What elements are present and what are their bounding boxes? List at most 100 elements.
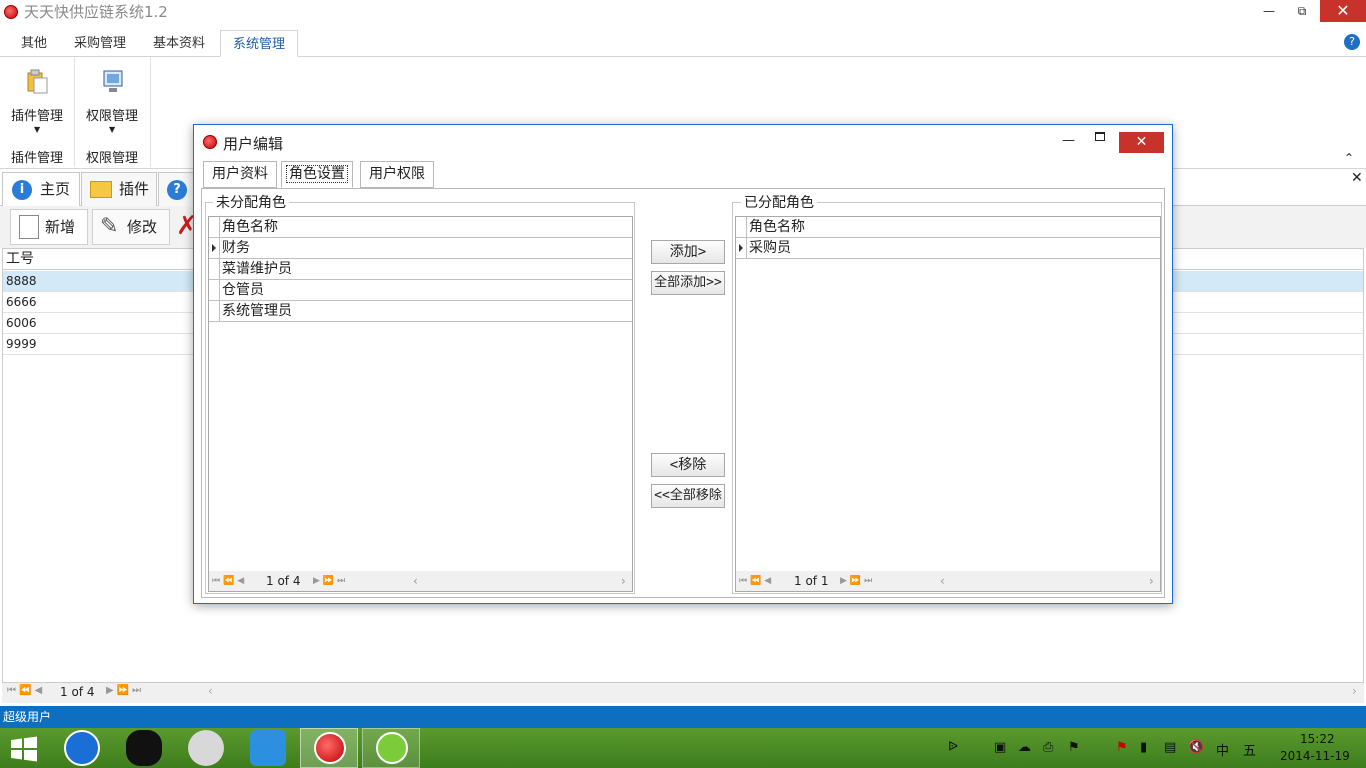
cloud-app-icon[interactable] — [250, 730, 286, 766]
wifi-app-icon[interactable] — [64, 730, 100, 766]
help-icon[interactable]: ? — [1344, 34, 1360, 50]
add-button[interactable]: 新增 — [10, 209, 88, 245]
dialog-maximize-button[interactable] — [1095, 132, 1105, 141]
pager-first-prev-icon[interactable]: ⏮⏪◀ — [212, 571, 247, 591]
scroll-right-icon[interactable]: › — [1352, 684, 1357, 698]
plugin-manage-button[interactable]: 插件管理 — [11, 105, 63, 124]
printer-icon[interactable]: ⎙ — [1043, 740, 1053, 755]
tab-user-permissions[interactable]: 用户权限 — [360, 161, 434, 188]
security-icon[interactable]: ⚑ — [1068, 740, 1080, 755]
clock-date[interactable]: 2014-11-19 — [1280, 749, 1350, 763]
ribbon-group-label: 权限管理 — [86, 151, 139, 166]
dialog-close-button[interactable]: ✕ — [1119, 132, 1164, 153]
doc-tab-help[interactable]: ? — [158, 172, 194, 206]
taskbar-app-sync[interactable] — [362, 728, 420, 768]
close-button[interactable]: ✕ — [1320, 0, 1366, 22]
start-windows-icon[interactable] — [10, 736, 38, 762]
add-all-roles-button[interactable]: 全部添加>> — [651, 271, 725, 295]
status-bar: 超级用户 — [0, 706, 1366, 728]
pager-next-last-icon[interactable]: ▶⏩⏭ — [313, 571, 348, 591]
scroll-left-icon[interactable]: ‹ — [208, 684, 213, 698]
restore-button[interactable]: ⧉ — [1287, 0, 1317, 22]
ribbon-tab-purchase[interactable]: 采购管理 — [62, 30, 138, 57]
power-icon[interactable]: ▮ — [1140, 740, 1147, 755]
ribbon-group-label: 插件管理 — [11, 151, 64, 166]
role-cell: 采购员 — [749, 240, 791, 256]
pager-first-prev-icon[interactable]: ⏮⏪◀ — [739, 571, 774, 591]
role-settings-panel: 未分配角色 角色名称 财务 菜谱维护员 仓管员 系统管理员 ⏮⏪◀ 1 of 4… — [201, 188, 1165, 598]
flag-alert-icon[interactable]: ⚑ — [1116, 740, 1128, 755]
scroll-left-icon[interactable]: ‹ — [940, 571, 945, 591]
pager-text: 1 of 4 — [266, 574, 301, 588]
grid-header-role-name[interactable]: 角色名称 — [736, 217, 1160, 238]
pager-next-last-icon[interactable]: ▶⏩⏭ — [106, 685, 144, 696]
onedrive-icon[interactable]: ☁ — [1018, 740, 1031, 755]
grid-header-role-name[interactable]: 角色名称 — [209, 217, 632, 238]
minimize-button[interactable]: — — [1254, 0, 1284, 22]
ribbon-tab-system[interactable]: 系统管理 — [220, 30, 299, 57]
volume-muted-icon[interactable]: 🔇 — [1188, 740, 1204, 755]
role-cell: 仓管员 — [222, 282, 264, 298]
sync-app-icon — [376, 732, 408, 764]
ribbon-tab-basic-data[interactable]: 基本资料 — [141, 30, 217, 57]
remove-all-roles-button[interactable]: <<全部移除 — [651, 484, 725, 508]
info-icon: i — [12, 180, 32, 200]
row-indicator-icon — [739, 244, 743, 252]
table-row[interactable]: 仓管员 — [209, 280, 632, 301]
supply-chain-app-icon — [314, 732, 346, 764]
table-row[interactable]: 财务 — [209, 238, 632, 259]
ribbon-group-plugin: 插件管理 ▼ 插件管理 — [0, 57, 75, 167]
add-button-label: 新增 — [45, 218, 76, 236]
scroll-right-icon[interactable]: › — [621, 571, 626, 591]
clock-time[interactable]: 15:22 — [1300, 732, 1335, 746]
collapse-ribbon-icon[interactable]: ⌃ — [1344, 151, 1354, 165]
user-edit-dialog: 用户编辑 — ✕ 用户资料 角色设置 用户权限 未分配角色 角色名称 财务 菜谱… — [193, 124, 1173, 604]
doc-tab-plugin-label: 插件 — [119, 180, 150, 198]
network-icon[interactable]: ▤ — [1164, 740, 1176, 755]
tab-role-settings[interactable]: 角色设置 — [281, 161, 353, 188]
scroll-left-icon[interactable]: ‹ — [413, 571, 418, 591]
table-row[interactable]: 采购员 — [736, 238, 1160, 259]
close-tab-icon[interactable]: ✕ — [1351, 170, 1363, 186]
remove-role-button[interactable]: <移除 — [651, 453, 725, 477]
pager-next-last-icon[interactable]: ▶⏩⏭ — [840, 571, 875, 591]
table-row[interactable]: 系统管理员 — [209, 301, 632, 322]
pencil-icon: ✎ — [100, 214, 119, 239]
dialog-title: 用户编辑 — [223, 135, 284, 153]
ime-language[interactable]: 中 — [1216, 740, 1229, 759]
doc-tab-home[interactable]: i 主页 — [2, 172, 80, 206]
help-icon: ? — [167, 180, 187, 200]
permission-manage-button[interactable]: 权限管理 — [86, 105, 138, 124]
grid-header-label: 角色名称 — [222, 219, 278, 235]
table-row[interactable]: 菜谱维护员 — [209, 259, 632, 280]
ribbon-tabs: 其他 采购管理 基本资料 系统管理 ? — [0, 30, 1366, 57]
pager-first-prev-icon[interactable]: ⏮⏪◀ — [7, 685, 45, 696]
action-center-icon[interactable]: ▣ — [994, 740, 1006, 755]
ime-mode[interactable]: 五 — [1243, 740, 1256, 759]
ribbon-tab-other[interactable]: 其他 — [9, 30, 59, 57]
app-logo-icon — [4, 5, 18, 19]
edit-button[interactable]: ✎ 修改 — [92, 209, 170, 245]
add-role-button[interactable]: 添加> — [651, 240, 725, 264]
dialog-minimize-button[interactable]: — — [1062, 133, 1075, 148]
edit-button-label: 修改 — [127, 218, 158, 236]
permission-manage-icon[interactable] — [102, 69, 124, 95]
doc-tab-plugin[interactable]: 插件 — [81, 172, 157, 206]
bluetooth-icon[interactable]: ᐉ — [948, 740, 958, 755]
network-tool-icon[interactable] — [188, 730, 224, 766]
taskbar-app-supply-chain[interactable] — [300, 728, 358, 768]
dropdown-arrow-icon[interactable]: ▼ — [109, 125, 115, 134]
unassigned-pager: ⏮⏪◀ 1 of 4 ▶⏩⏭ ‹ › — [209, 571, 632, 591]
taskbar: ᐉ ▣ ☁ ⎙ ⚑ ⚑ ▮ ▤ 🔇 中 五 15:22 2014-11-19 — [0, 728, 1366, 768]
scroll-right-icon[interactable]: › — [1149, 571, 1154, 591]
pager-text: 1 of 1 — [794, 574, 829, 588]
qq-penguin-icon[interactable] — [126, 730, 162, 766]
pager-text: 1 of 4 — [60, 685, 95, 699]
assigned-roles-grid: 角色名称 采购员 ⏮⏪◀ 1 of 1 ▶⏩⏭ ‹ › — [735, 216, 1161, 592]
plugin-manage-icon[interactable] — [27, 69, 49, 95]
dropdown-arrow-icon[interactable]: ▼ — [34, 125, 40, 134]
title-bar: 天天快供应链系统1.2 — ⧉ ✕ — [0, 0, 1366, 24]
tab-user-info[interactable]: 用户资料 — [203, 161, 277, 188]
new-document-icon — [19, 215, 39, 239]
unassigned-roles-legend: 未分配角色 — [213, 192, 289, 212]
